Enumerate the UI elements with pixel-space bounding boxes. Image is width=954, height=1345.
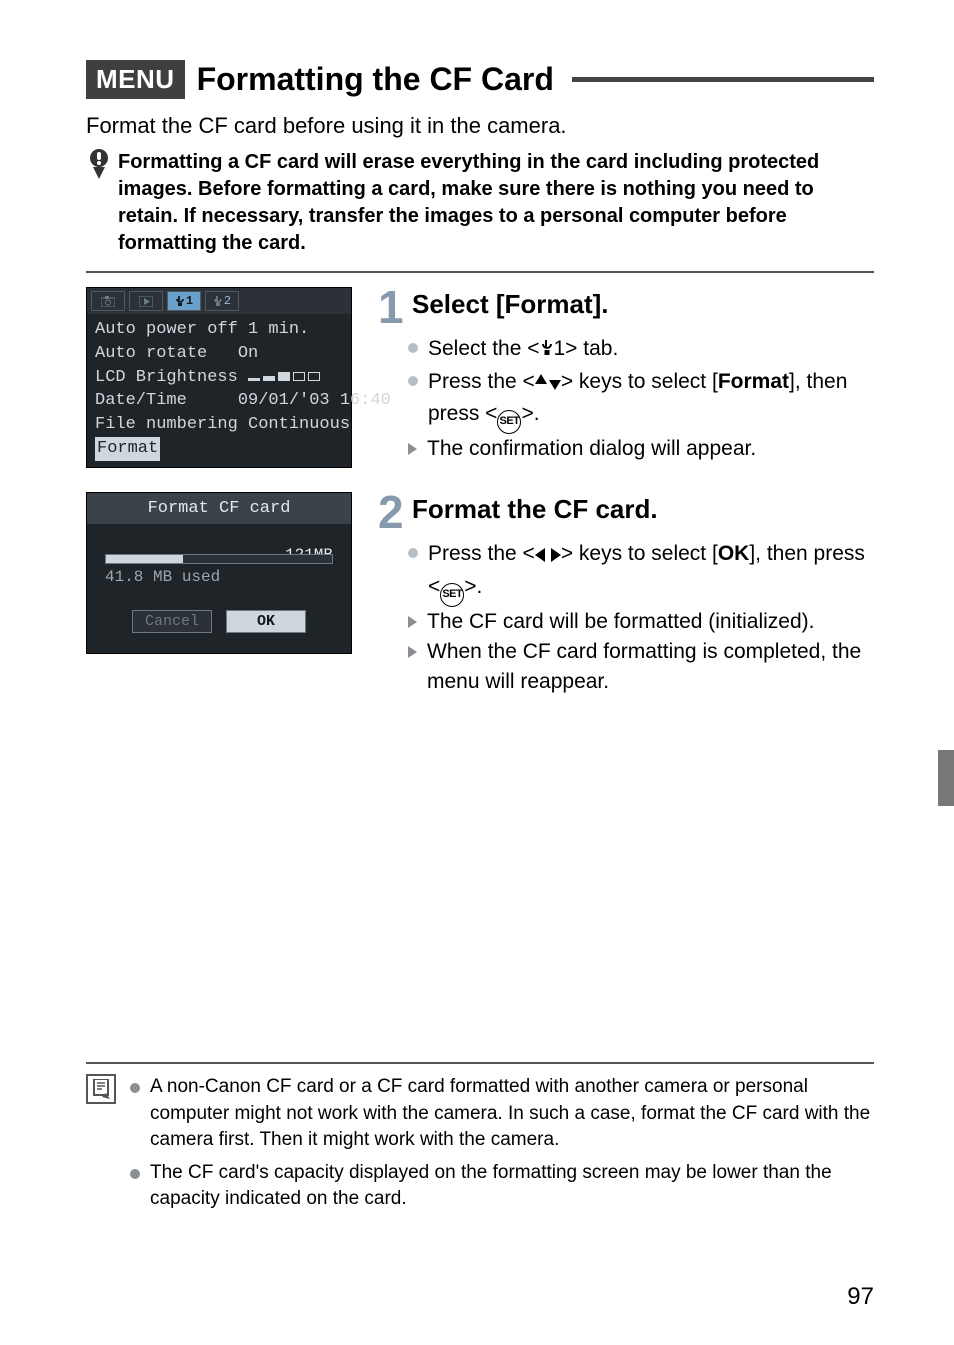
card-used: 41.8 MB used [105,568,333,586]
page-number: 97 [847,1283,874,1311]
section-side-tab [938,750,954,806]
tab-play-icon [129,291,163,311]
intro-text: Format the CF card before using it in th… [86,113,874,139]
warning-text: Formatting a CF card will erase everythi… [118,149,874,257]
note-icon [86,1074,116,1104]
step-1-bullet-2: Press the <> keys to select [Format], th… [408,367,874,434]
menu-date-time: Date/Time 09/01/'03 16:40 [95,389,343,413]
warning-icon [86,149,112,179]
left-right-keys-icon [535,544,561,567]
step-2-bullet-2: The CF card will be formatted (initializ… [408,607,874,637]
step-number-1: 1 [378,287,406,328]
step-2-title: Format the CF card. [412,494,658,525]
note-1: A non-Canon CF card or a CF card formatt… [130,1074,874,1154]
note-2: The CF card's capacity displayed on the … [130,1160,874,1213]
cancel-button: Cancel [132,610,212,633]
lcd-menu-screenshot: 1 2 Auto power off 1 min. Auto rotate On… [86,287,352,468]
step-number-2: 2 [378,492,406,533]
step-1-bullet-1: Select the <1> tab. [408,334,874,366]
footnote-separator [86,1062,874,1064]
step-2-bullet-1: Press the <> keys to select [OK], then p… [408,539,874,606]
step-2-bullet-3: When the CF card formatting is completed… [408,637,874,698]
set-button-icon: SET [497,410,521,434]
lcd-format-dialog: Format CF card 121MB 41.8 MB used Cancel… [86,492,352,654]
title-rule [572,77,874,82]
menu-format-selected: Format [95,437,160,461]
menu-auto-power-off: Auto power off 1 min. [95,318,343,342]
page-title: Formatting the CF Card [197,61,554,98]
menu-badge: MENU [86,60,185,99]
menu-file-numbering: File numbering Continuous [95,413,343,437]
usage-bar [105,554,333,564]
tab-setup-1: 1 [167,291,201,311]
ok-button: OK [226,610,306,633]
set-button-icon: SET [440,583,464,607]
step-1-title: Select [Format]. [412,289,609,320]
menu-lcd-brightness: LCD Brightness [95,366,343,390]
tab-setup-2: 2 [205,291,239,311]
menu-auto-rotate: Auto rotate On [95,342,343,366]
tab-camera-icon [91,291,125,311]
setup-tab-icon [540,336,554,366]
format-dialog-title: Format CF card [87,493,351,524]
up-down-keys-icon [535,372,561,395]
step-1-bullet-3: The confirmation dialog will appear. [408,434,874,464]
